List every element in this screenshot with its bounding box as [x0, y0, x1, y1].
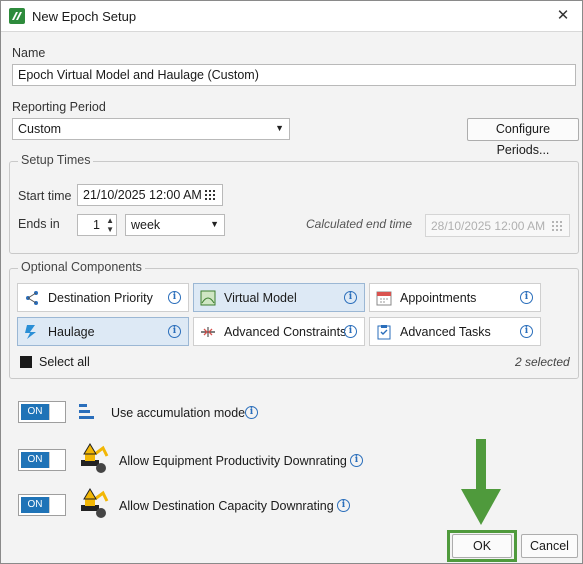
start-time-input[interactable]: 21/10/2025 12:00 AM	[77, 184, 223, 206]
window-title: New Epoch Setup	[32, 9, 137, 24]
toggle-knob	[49, 497, 63, 513]
setup-times-title: Setup Times	[18, 153, 94, 167]
accumulation-mode-toggle[interactable]: ON	[18, 401, 66, 423]
calendar-picker-icon	[552, 221, 564, 231]
new-epoch-setup-dialog: New Epoch Setup ✕ Name Epoch Virtual Mod…	[0, 0, 583, 564]
ends-in-label: Ends in	[18, 217, 60, 231]
accumulation-mode-label: Use accumulation mode	[111, 406, 246, 420]
name-input[interactable]: Epoch Virtual Model and Haulage (Custom)	[12, 64, 576, 86]
stepper-arrows-icon[interactable]: ▲ ▼	[106, 216, 114, 234]
component-advanced-constraints[interactable]: Advanced Constraints i	[193, 317, 365, 346]
calculated-end-time-value: 28/10/2025 12:00 AM	[431, 219, 546, 233]
component-label: Virtual Model	[224, 291, 297, 305]
info-icon[interactable]: i	[168, 325, 181, 338]
toggle-knob	[49, 404, 63, 420]
toggle-state: ON	[21, 497, 49, 513]
excavator-icon	[77, 487, 109, 519]
component-label: Advanced Constraints	[224, 325, 347, 339]
cancel-button[interactable]: Cancel	[521, 534, 578, 558]
select-all-checkbox[interactable]	[20, 356, 32, 368]
destination-downrating-label: Allow Destination Capacity Downrating	[119, 499, 334, 513]
destination-downrating-toggle[interactable]: ON	[18, 494, 66, 516]
info-icon[interactable]: i	[337, 499, 350, 512]
info-icon[interactable]: i	[344, 291, 357, 304]
ok-button[interactable]: OK	[452, 534, 512, 558]
info-icon[interactable]: i	[344, 325, 357, 338]
selected-count: 2 selected	[515, 355, 570, 369]
reporting-period-select[interactable]: Custom ▼	[12, 118, 290, 140]
accumulation-icon	[79, 403, 95, 421]
ends-in-value: 1	[93, 218, 100, 232]
virtual-model-icon	[200, 290, 216, 306]
setup-times-group: Setup Times	[9, 153, 579, 254]
optional-components-title: Optional Components	[18, 260, 145, 274]
toggle-state: ON	[21, 404, 49, 420]
calculated-end-time-field: 28/10/2025 12:00 AM	[425, 214, 570, 237]
component-destination-priority[interactable]: Destination Priority i	[17, 283, 189, 312]
equipment-downrating-toggle[interactable]: ON	[18, 449, 66, 471]
component-label: Advanced Tasks	[400, 325, 491, 339]
toggle-knob	[49, 452, 63, 468]
app-logo-icon	[9, 8, 25, 24]
constraints-icon	[200, 324, 216, 340]
calendar-picker-icon[interactable]	[205, 190, 217, 200]
component-appointments[interactable]: Appointments i	[369, 283, 541, 312]
annotation-arrow-shaft	[476, 439, 486, 491]
haulage-icon	[24, 324, 40, 340]
ends-in-unit-value: week	[131, 218, 161, 232]
component-advanced-tasks[interactable]: Advanced Tasks i	[369, 317, 541, 346]
title-bar: New Epoch Setup ✕	[1, 1, 582, 32]
info-icon[interactable]: i	[245, 406, 258, 419]
annotation-arrow-icon	[461, 489, 501, 529]
tasks-icon	[376, 324, 392, 340]
toggle-state: ON	[21, 452, 49, 468]
equipment-downrating-label: Allow Equipment Productivity Downrating	[119, 454, 347, 468]
info-icon[interactable]: i	[168, 291, 181, 304]
reporting-period-label: Reporting Period	[12, 100, 106, 114]
ends-in-unit-select[interactable]: week ▼	[125, 214, 225, 236]
chevron-down-icon: ▼	[210, 219, 219, 229]
component-virtual-model[interactable]: Virtual Model i	[193, 283, 365, 312]
chevron-down-icon: ▼	[275, 123, 284, 133]
info-icon[interactable]: i	[520, 325, 533, 338]
start-time-label: Start time	[18, 189, 72, 203]
select-all-label[interactable]: Select all	[39, 355, 90, 369]
calendar-icon	[376, 290, 392, 306]
info-icon[interactable]: i	[350, 454, 363, 467]
excavator-icon	[77, 442, 109, 474]
ends-in-stepper[interactable]: 1 ▲ ▼	[77, 214, 117, 236]
configure-periods-button[interactable]: Configure Periods...	[467, 118, 579, 157]
component-label: Haulage	[48, 325, 95, 339]
destination-priority-icon	[24, 290, 40, 306]
close-icon[interactable]: ✕	[552, 5, 574, 27]
name-label: Name	[12, 46, 46, 60]
start-time-value: 21/10/2025 12:00 AM	[83, 188, 202, 202]
component-label: Appointments	[400, 291, 477, 305]
calculated-end-time-label: Calculated end time	[306, 217, 413, 231]
reporting-period-value: Custom	[18, 122, 62, 136]
info-icon[interactable]: i	[520, 291, 533, 304]
component-haulage[interactable]: Haulage i	[17, 317, 189, 346]
component-label: Destination Priority	[48, 291, 153, 305]
